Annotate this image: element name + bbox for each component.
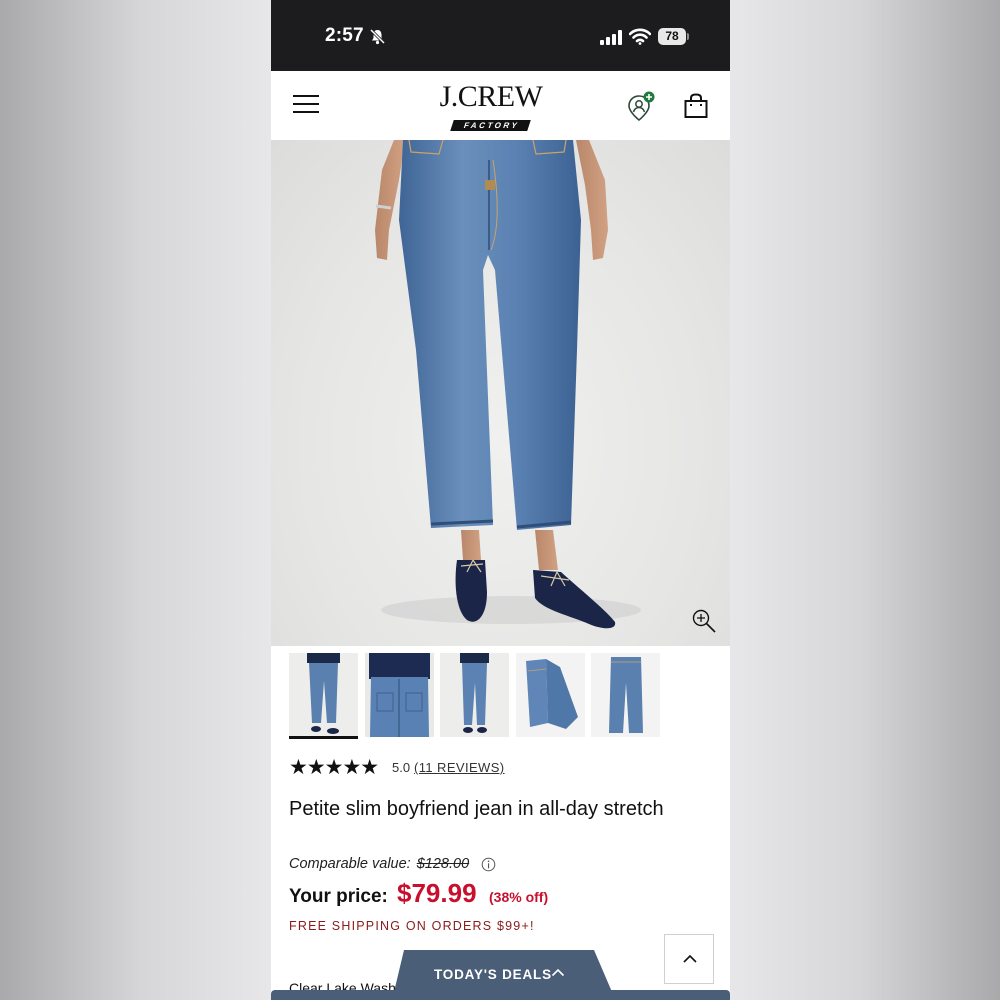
account-location-icon[interactable] xyxy=(625,91,657,123)
signal-icon xyxy=(600,30,622,45)
status-bar: 2:57 78 xyxy=(271,0,730,71)
bell-muted-icon xyxy=(369,28,386,45)
rating-value: 5.0 xyxy=(392,760,411,775)
jeans-model-illustration xyxy=(375,140,641,629)
deals-bar xyxy=(271,990,730,1000)
product-title: Petite slim boyfriend jean in all-day st… xyxy=(289,798,664,820)
chevron-up-icon xyxy=(551,968,565,977)
scroll-to-top-button[interactable] xyxy=(664,934,714,984)
comparable-value: Comparable value: $128.00 xyxy=(289,856,469,872)
todays-deals-tab[interactable]: TODAY'S DEALS xyxy=(394,950,612,992)
product-main-image[interactable] xyxy=(271,140,730,646)
reviews-link[interactable]: (11 REVIEWS) xyxy=(414,760,505,775)
info-icon[interactable] xyxy=(481,857,496,872)
site-header: J.CREW FACTORY xyxy=(271,71,730,140)
discount-percent: (38% off) xyxy=(489,889,549,905)
deals-label: TODAY'S DEALS xyxy=(434,967,552,982)
comparable-price: $128.00 xyxy=(416,856,470,872)
logo-main-text: J.CREW xyxy=(439,80,543,113)
rating-stars: ★★★★★ xyxy=(289,755,379,779)
free-shipping-note: FREE SHIPPING ON ORDERS $99+! xyxy=(289,919,535,933)
battery-tip xyxy=(687,33,689,40)
thumbnail-front-view[interactable] xyxy=(289,653,358,739)
chevron-up-icon xyxy=(683,954,697,963)
hamburger-menu-icon[interactable] xyxy=(293,95,319,113)
comparable-label: Comparable value: xyxy=(289,856,411,872)
thumbnail-back-view[interactable] xyxy=(365,653,434,737)
status-time: 2:57 xyxy=(325,25,364,46)
jcrew-factory-logo[interactable]: J.CREW FACTORY xyxy=(435,81,547,131)
thumbnail-flat-jeans[interactable] xyxy=(591,653,660,737)
phone-screen: 2:57 78 J.CREW FACTORY ★★★★★ 5.0 (11 REV… xyxy=(271,0,730,1000)
battery-level: 78 xyxy=(658,28,686,45)
price-label: Your price: xyxy=(289,886,388,907)
sale-price: $79.99 xyxy=(397,878,477,908)
thumbnail-folded-jeans[interactable] xyxy=(516,653,585,737)
logo-sub-text: FACTORY xyxy=(450,120,532,131)
wifi-icon xyxy=(629,28,651,45)
thumbnail-side-view[interactable] xyxy=(440,653,509,737)
shopping-bag-icon[interactable] xyxy=(683,93,709,119)
zoom-in-icon[interactable] xyxy=(691,608,717,634)
